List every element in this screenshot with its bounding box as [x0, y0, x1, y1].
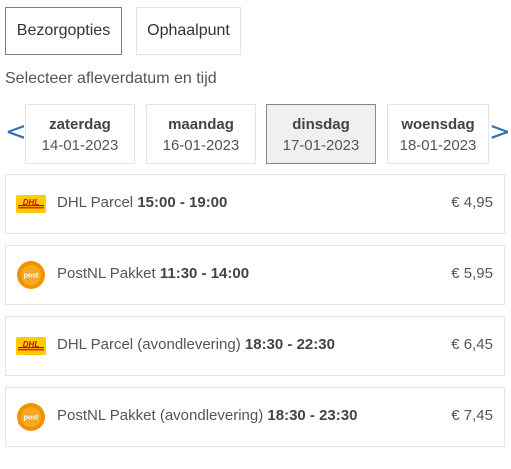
- delivery-option-postnl[interactable]: post PostNL Pakket 11:30 - 14:00 € 5,95: [5, 245, 505, 305]
- tab-label: Bezorgopties: [16, 22, 111, 39]
- option-price: € 4,95: [451, 194, 493, 211]
- postnl-logo-text: post: [24, 415, 39, 422]
- dhl-logo-icon: DHL: [16, 337, 46, 355]
- option-price: € 5,95: [451, 265, 493, 282]
- carrier-name: PostNL Pakket: [57, 265, 156, 282]
- delivery-option-postnl-evening[interactable]: post PostNL Pakket (avondlevering) 18:30…: [5, 387, 505, 447]
- option-label: DHL Parcel 15:00 - 19:00: [57, 194, 227, 211]
- carrier-name: PostNL Pakket (avondlevering): [57, 407, 264, 424]
- carrier-name: DHL Parcel: [57, 194, 134, 211]
- time-window: 15:00 - 19:00: [137, 194, 228, 211]
- tab-bezorgopties[interactable]: Bezorgopties: [5, 7, 122, 55]
- dhl-logo-text: DHL: [23, 198, 40, 207]
- postnl-logo-icon: post: [17, 403, 45, 431]
- option-label: PostNL Pakket (avondlevering) 18:30 - 23…: [57, 407, 357, 424]
- option-label: DHL Parcel (avondlevering) 18:30 - 22:30: [57, 336, 335, 353]
- time-window: 11:30 - 14:00: [159, 265, 250, 282]
- day-date: 14-01-2023: [41, 137, 119, 154]
- time-window: 18:30 - 23:30: [267, 407, 358, 424]
- dhl-logo-text: DHL: [23, 340, 40, 349]
- chevron-left-icon[interactable]: <: [5, 118, 27, 146]
- day-option-woensdag[interactable]: woensdag 18-01-2023: [387, 104, 489, 164]
- option-price: € 6,45: [451, 336, 493, 353]
- day-name: dinsdag: [292, 116, 350, 133]
- tab-ophaalpunt[interactable]: Ophaalpunt: [136, 7, 241, 55]
- day-date: 17-01-2023: [282, 137, 360, 154]
- day-date: 16-01-2023: [162, 137, 240, 154]
- delivery-option-dhl-evening[interactable]: DHL DHL Parcel (avondlevering) 18:30 - 2…: [5, 316, 505, 376]
- day-name: maandag: [168, 116, 234, 133]
- day-date: 18-01-2023: [399, 137, 477, 154]
- option-label: PostNL Pakket 11:30 - 14:00: [57, 265, 249, 282]
- day-name: woensdag: [401, 116, 475, 133]
- chevron-right-icon[interactable]: >: [489, 118, 511, 146]
- carrier-name: DHL Parcel (avondlevering): [57, 336, 241, 353]
- delivery-option-dhl[interactable]: DHL DHL Parcel 15:00 - 19:00 € 4,95: [5, 174, 505, 234]
- day-option-maandag[interactable]: maandag 16-01-2023: [146, 104, 256, 164]
- postnl-logo-icon: post: [17, 261, 45, 289]
- day-option-dinsdag[interactable]: dinsdag 17-01-2023: [266, 104, 376, 164]
- tab-label: Ophaalpunt: [147, 22, 230, 39]
- postnl-logo-text: post: [24, 273, 39, 280]
- day-option-zaterdag[interactable]: zaterdag 14-01-2023: [25, 104, 135, 164]
- time-window: 18:30 - 22:30: [244, 336, 335, 353]
- dhl-logo-icon: DHL: [16, 195, 46, 213]
- option-price: € 7,45: [451, 407, 493, 424]
- section-subtitle: Selecteer afleverdatum en tijd: [5, 70, 217, 87]
- day-name: zaterdag: [49, 116, 111, 133]
